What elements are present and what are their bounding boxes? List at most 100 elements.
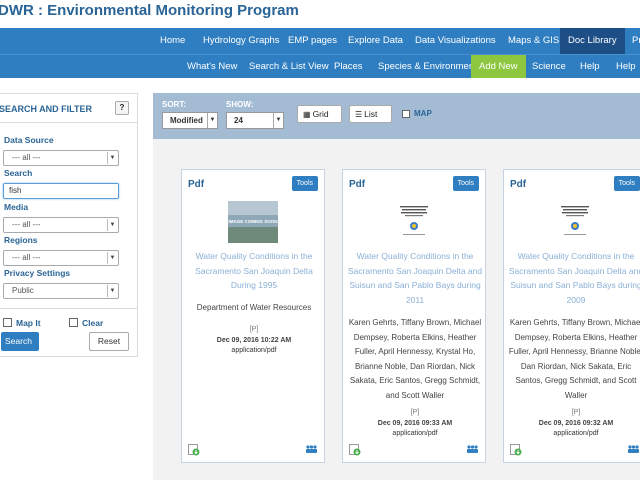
card-title[interactable]: Water Quality Conditions in the Sacramen… [347, 249, 483, 307]
privacy-settings-select[interactable]: Public ▼ [3, 283, 119, 299]
clear-label[interactable]: Clear [82, 318, 103, 328]
download-icon[interactable] [510, 444, 522, 456]
regions-select[interactable]: --- all --- ▼ [3, 250, 119, 266]
nav-hydrology-graphs[interactable]: Hydrology Graphs [195, 28, 288, 54]
card-mime-type: application/pdf [392, 430, 438, 437]
map-checkbox[interactable] [402, 110, 410, 118]
nav-data-visualizations[interactable]: Data Visualizations [407, 28, 504, 54]
chevron-down-icon: ▼ [107, 152, 117, 164]
media-select[interactable]: --- all --- ▼ [3, 217, 119, 233]
nav-places[interactable]: Places [326, 55, 371, 78]
card-date: Dec 09, 2016 09:33 AM [377, 419, 453, 427]
map-label[interactable]: MAP [414, 109, 432, 118]
nav-maps-gis[interactable]: Maps & GIS [500, 28, 567, 54]
chevron-down-icon: ▼ [107, 285, 117, 297]
card-type: Pdf [510, 179, 527, 190]
regions-label: Regions [4, 235, 38, 245]
chevron-down-icon: ▼ [107, 219, 117, 231]
privacy-marker: [P] [571, 409, 581, 416]
media-label: Media [4, 202, 29, 212]
document-card: Pdf Tools IMAGE COMING SOON Water Qualit… [181, 169, 325, 463]
card-date: Dec 09, 2016 10:22 AM [216, 336, 292, 344]
secondary-nav: What's New Search & List View Places Spe… [0, 54, 640, 78]
sort-value: Modified [170, 116, 203, 125]
site-header: DWR : Environmental Monitoring Program [0, 0, 640, 28]
list-label: List [364, 109, 378, 119]
card-authors: Karen Gehrts, Tiffany Brown, Michael Dem… [348, 318, 482, 400]
search-label: Search [4, 168, 33, 178]
thumbnail-image[interactable] [550, 201, 600, 243]
card-type: Pdf [188, 179, 205, 190]
document-card: Pdf Tools Water Quality Conditions in th… [503, 169, 640, 463]
card-authors: Department of Water Resources [196, 303, 312, 312]
chevron-down-icon: ▼ [207, 113, 217, 128]
search-filter-panel: SEARCH AND FILTER ? Data Source --- all … [0, 93, 138, 357]
chevron-down-icon: ▼ [273, 113, 283, 128]
search-input[interactable]: fish [3, 183, 119, 199]
people-icon[interactable] [627, 445, 640, 453]
help-button[interactable]: ? [115, 101, 129, 115]
primary-nav: Home Hydrology Graphs EMP pages Explore … [0, 28, 640, 54]
nav-pr[interactable]: Pr [624, 28, 640, 54]
thumbnail-image[interactable] [389, 201, 439, 243]
divider [0, 308, 137, 309]
card-type: Pdf [349, 179, 366, 190]
grid-label: Grid [312, 109, 329, 119]
chevron-down-icon: ▼ [107, 252, 117, 264]
privacy-value: Public [12, 286, 34, 295]
card-meta: [P] Dec 09, 2016 09:32 AM application/pd… [508, 408, 640, 440]
map-it-label[interactable]: Map It [16, 318, 41, 328]
show-value: 24 [234, 116, 243, 125]
nav-explore-data[interactable]: Explore Data [340, 28, 411, 54]
card-date: Dec 09, 2016 09:32 AM [538, 419, 614, 427]
people-icon[interactable] [305, 445, 318, 453]
thumbnail-image[interactable]: IMAGE COMING SOON [228, 201, 278, 243]
list-icon: ☰ [355, 110, 363, 119]
show-label: SHOW: [226, 100, 254, 109]
map-it-checkbox[interactable] [3, 318, 12, 327]
data-source-label: Data Source [4, 135, 54, 145]
download-icon[interactable] [349, 444, 361, 456]
tools-button[interactable]: Tools [452, 176, 479, 191]
card-title[interactable]: Water Quality Conditions in the Sacramen… [186, 249, 322, 293]
media-value: --- all --- [12, 220, 41, 229]
results-toolbar: SORT: Modified ▼ SHOW: 24 ▼ ▦ Grid ☰ List … [153, 93, 640, 139]
nav-search-list-view[interactable]: Search & List View [241, 55, 337, 78]
sort-select[interactable]: Modified ▼ [162, 112, 218, 129]
nav-species-environment[interactable]: Species & Environment [370, 55, 485, 78]
card-mime-type: application/pdf [553, 430, 599, 437]
nav-help[interactable]: Help [572, 55, 608, 78]
tools-button[interactable]: Tools [291, 176, 318, 191]
download-icon[interactable] [188, 444, 200, 456]
site-title[interactable]: DWR : Environmental Monitoring Program [0, 2, 299, 19]
nav-help-2[interactable]: Help [608, 55, 640, 78]
card-mime-type: application/pdf [231, 347, 277, 354]
sort-label: SORT: [162, 100, 186, 109]
thumbnail-text: IMAGE COMING SOON [228, 219, 277, 224]
nav-add-new[interactable]: Add New [471, 55, 526, 78]
card-title[interactable]: Water Quality Conditions in the Sacramen… [508, 249, 640, 307]
nav-whats-new[interactable]: What's New [179, 55, 245, 78]
nav-science[interactable]: Science [524, 55, 574, 78]
divider [0, 122, 137, 123]
card-meta: [P] Dec 09, 2016 10:22 AM application/pd… [186, 325, 322, 357]
people-icon[interactable] [466, 445, 479, 453]
search-button[interactable]: Search [1, 332, 39, 351]
clear-checkbox[interactable] [69, 318, 78, 327]
card-authors: Karen Gehrts, Tiffany Brown, Michael Dem… [508, 318, 640, 400]
nav-emp-pages[interactable]: EMP pages [280, 28, 345, 54]
show-select[interactable]: 24 ▼ [226, 112, 284, 129]
grid-view-button[interactable]: ▦ Grid [297, 105, 342, 123]
reset-button[interactable]: Reset [89, 332, 129, 351]
list-view-button[interactable]: ☰ List [349, 105, 392, 123]
privacy-marker: [P] [249, 326, 259, 333]
card-meta: [P] Dec 09, 2016 09:33 AM application/pd… [347, 408, 483, 440]
tools-button[interactable]: Tools [613, 176, 640, 191]
document-card: Pdf Tools Water Quality Conditions in th… [342, 169, 486, 463]
nav-doc-library[interactable]: Doc Library [560, 28, 625, 54]
data-source-value: --- all --- [12, 153, 41, 162]
data-source-select[interactable]: --- all --- ▼ [3, 150, 119, 166]
nav-home[interactable]: Home [152, 28, 193, 54]
privacy-marker: [P] [410, 409, 420, 416]
regions-value: --- all --- [12, 253, 41, 262]
